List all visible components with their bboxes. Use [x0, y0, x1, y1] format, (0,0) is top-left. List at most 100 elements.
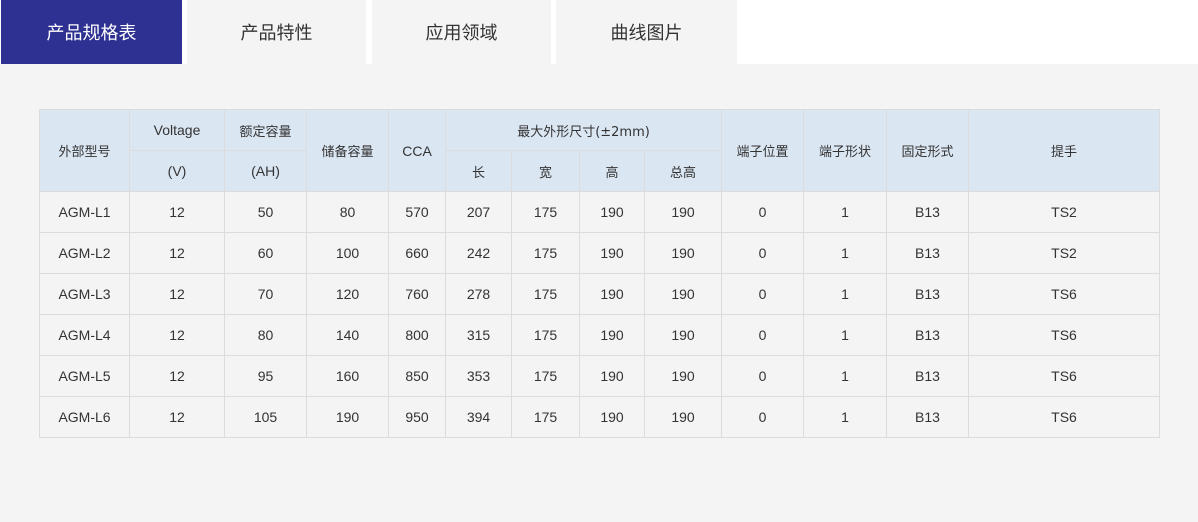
cell-mounting: B13: [886, 232, 970, 274]
cell-reserve: 100: [306, 232, 389, 274]
table-row: AGM-L3 12 70 120 760 278 175 190 190 0 1 B13 TS6: [39, 273, 1161, 315]
cell-capacity: 80: [224, 314, 307, 356]
cell-length: 394: [445, 396, 512, 438]
cell-capacity: 70: [224, 273, 307, 315]
cell-mounting: B13: [886, 355, 970, 397]
cell-terminal-shape: 1: [803, 314, 888, 356]
cell-total-height: 190: [643, 396, 723, 438]
cell-cca: 570: [388, 191, 446, 233]
cell-handle: TS6: [968, 396, 1161, 438]
cell-cca: 660: [388, 232, 446, 274]
header-voltage: Voltage: [129, 109, 225, 151]
header-capacity: 额定容量: [224, 109, 307, 151]
cell-terminal-position: 0: [721, 273, 805, 315]
tab-curve-images[interactable]: 曲线图片: [556, 0, 737, 64]
cell-reserve: 80: [306, 191, 389, 233]
cell-terminal-shape: 1: [803, 273, 888, 315]
cell-model: AGM-L1: [39, 191, 130, 233]
cell-mounting: B13: [886, 191, 970, 233]
cell-reserve: 190: [306, 396, 389, 438]
cell-total-height: 190: [643, 355, 723, 397]
header-reserve-capacity: 储备容量: [306, 109, 389, 192]
cell-cca: 850: [388, 355, 446, 397]
cell-width: 175: [511, 355, 580, 397]
table-header-row: 外部型号 Voltage 额定容量 储备容量 CCA 最大外形尺寸(±2mm) …: [39, 109, 1161, 192]
cell-model: AGM-L2: [39, 232, 130, 274]
cell-length: 353: [445, 355, 512, 397]
cell-handle: TS6: [968, 273, 1161, 315]
table-row: AGM-L6 12 105 190 950 394 175 190 190 0 1 B13 TS6: [39, 396, 1161, 438]
cell-voltage: 12: [129, 396, 225, 438]
cell-terminal-shape: 1: [803, 232, 888, 274]
cell-terminal-position: 0: [721, 355, 805, 397]
cell-total-height: 190: [643, 232, 723, 274]
table-row: AGM-L2 12 60 100 660 242 175 190 190 0 1 B13 TS2: [39, 232, 1161, 274]
cell-voltage: 12: [129, 191, 225, 233]
cell-handle: TS2: [968, 191, 1161, 233]
cell-height: 190: [579, 273, 645, 315]
cell-voltage: 12: [129, 273, 225, 315]
cell-length: 242: [445, 232, 512, 274]
cell-width: 175: [511, 232, 580, 274]
tab-spec-table[interactable]: 产品规格表: [1, 0, 182, 64]
cell-length: 315: [445, 314, 512, 356]
header-height: 高: [579, 150, 645, 192]
cell-total-height: 190: [643, 314, 723, 356]
spec-table: 外部型号 Voltage 额定容量 储备容量 CCA 最大外形尺寸(±2mm) …: [39, 109, 1161, 438]
cell-capacity: 60: [224, 232, 307, 274]
cell-mounting: B13: [886, 396, 970, 438]
cell-handle: TS6: [968, 355, 1161, 397]
cell-width: 175: [511, 314, 580, 356]
table-row: AGM-L5 12 95 160 850 353 175 190 190 0 1 B13 TS6: [39, 355, 1161, 397]
cell-handle: TS2: [968, 232, 1161, 274]
cell-total-height: 190: [643, 273, 723, 315]
cell-height: 190: [579, 314, 645, 356]
header-length: 长: [445, 150, 512, 192]
header-model: 外部型号: [39, 109, 130, 192]
cell-handle: TS6: [968, 314, 1161, 356]
cell-terminal-position: 0: [721, 232, 805, 274]
cell-length: 207: [445, 191, 512, 233]
cell-capacity: 105: [224, 396, 307, 438]
cell-cca: 760: [388, 273, 446, 315]
cell-terminal-position: 0: [721, 191, 805, 233]
cell-voltage: 12: [129, 232, 225, 274]
tab-bar: 产品规格表 产品特性 应用领域 曲线图片: [0, 0, 1198, 64]
cell-model: AGM-L6: [39, 396, 130, 438]
header-terminal-position: 端子位置: [721, 109, 805, 192]
cell-model: AGM-L5: [39, 355, 130, 397]
cell-terminal-position: 0: [721, 314, 805, 356]
cell-terminal-shape: 1: [803, 355, 888, 397]
cell-height: 190: [579, 191, 645, 233]
cell-mounting: B13: [886, 273, 970, 315]
table-row: AGM-L1 12 50 80 570 207 175 190 190 0 1 B13 TS2: [39, 191, 1161, 233]
cell-reserve: 140: [306, 314, 389, 356]
cell-length: 278: [445, 273, 512, 315]
cell-height: 190: [579, 396, 645, 438]
tab-features[interactable]: 产品特性: [187, 0, 366, 64]
cell-model: AGM-L3: [39, 273, 130, 315]
cell-mounting: B13: [886, 314, 970, 356]
header-dimensions: 最大外形尺寸(±2mm): [444, 109, 723, 151]
cell-width: 175: [511, 273, 580, 315]
tab-applications[interactable]: 应用领域: [372, 0, 551, 64]
cell-cca: 950: [388, 396, 446, 438]
cell-terminal-position: 0: [721, 396, 805, 438]
table-row: AGM-L4 12 80 140 800 315 175 190 190 0 1 B13 TS6: [39, 314, 1161, 356]
cell-width: 175: [511, 191, 580, 233]
cell-model: AGM-L4: [39, 314, 130, 356]
cell-total-height: 190: [643, 191, 723, 233]
cell-voltage: 12: [129, 355, 225, 397]
header-total-height: 总高: [643, 150, 723, 192]
cell-terminal-shape: 1: [803, 396, 888, 438]
header-mounting: 固定形式: [886, 109, 970, 192]
cell-terminal-shape: 1: [803, 191, 888, 233]
cell-reserve: 120: [306, 273, 389, 315]
cell-voltage: 12: [129, 314, 225, 356]
cell-reserve: 160: [306, 355, 389, 397]
cell-capacity: 95: [224, 355, 307, 397]
header-cca: CCA: [388, 109, 446, 192]
table-body: AGM-L1 12 50 80 570 207 175 190 190 0 1 B13 TS2 AGM-L…: [39, 191, 1161, 438]
cell-height: 190: [579, 232, 645, 274]
cell-width: 175: [511, 396, 580, 438]
